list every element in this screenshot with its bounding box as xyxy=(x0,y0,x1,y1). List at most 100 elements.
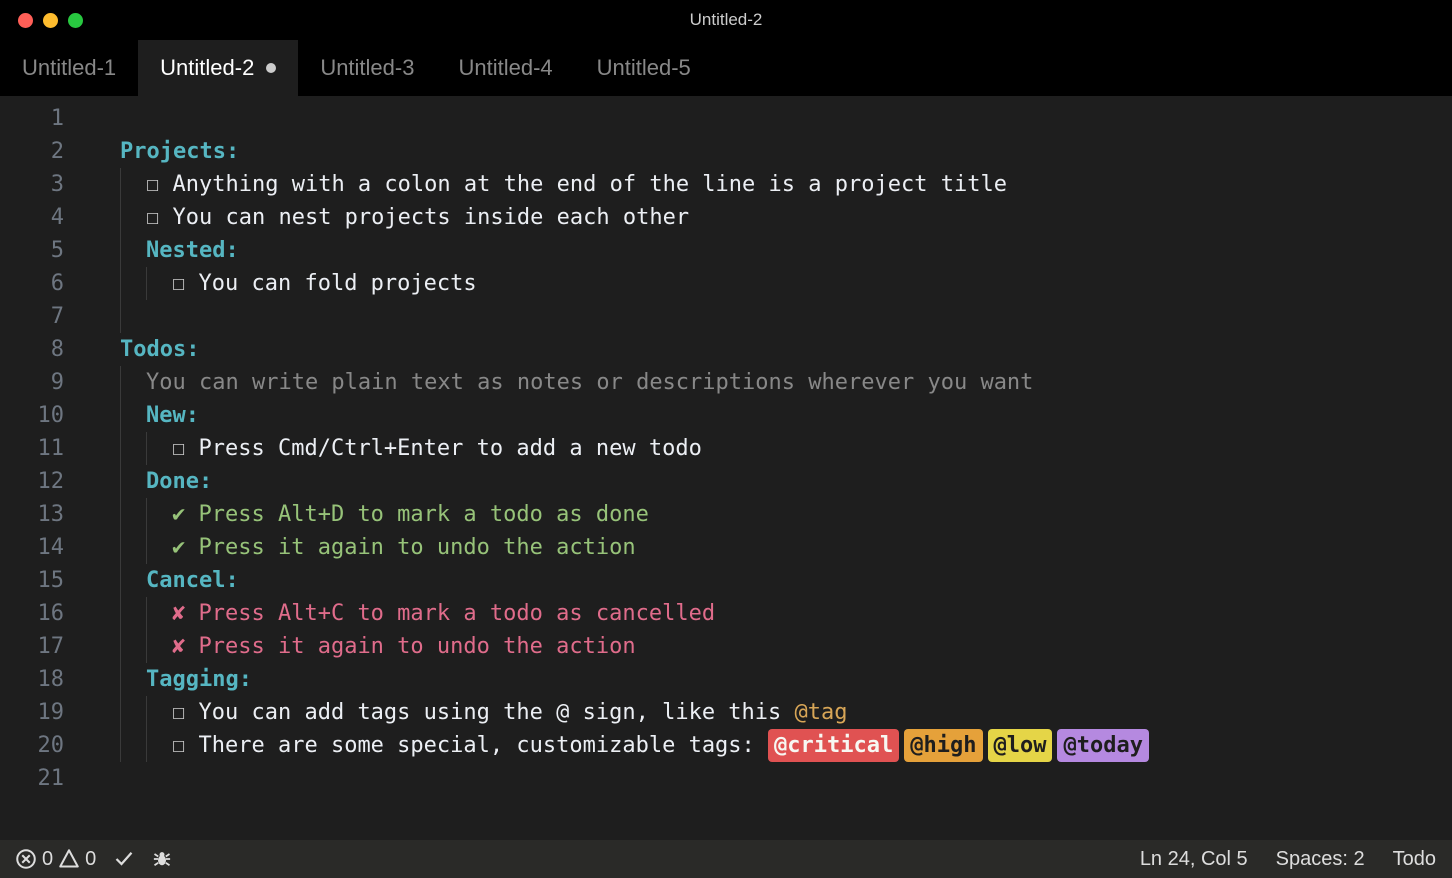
code-segment: ☐ xyxy=(146,168,173,201)
code-line[interactable]: Cancel: xyxy=(88,564,1452,597)
tab-untitled-4[interactable]: Untitled-4 xyxy=(436,40,574,96)
code-segment: Press Cmd/Ctrl+Enter to add a new todo xyxy=(199,432,702,465)
code-line[interactable]: ✔ Press it again to undo the action xyxy=(88,531,1452,564)
code-line[interactable]: ☐ You can fold projects xyxy=(88,267,1452,300)
code-line[interactable]: ✔ Press Alt+D to mark a todo as done xyxy=(88,498,1452,531)
line-number: 4 xyxy=(0,201,64,234)
line-number: 8 xyxy=(0,333,64,366)
code-line[interactable] xyxy=(88,102,1452,135)
tab-label: Untitled-1 xyxy=(22,55,116,81)
code-line[interactable]: Tagging: xyxy=(88,663,1452,696)
code-line[interactable]: Nested: xyxy=(88,234,1452,267)
indent-guide xyxy=(120,696,121,729)
indent-guide xyxy=(120,564,121,597)
code-segment: @critical xyxy=(768,729,899,762)
tab-untitled-2[interactable]: Untitled-2 xyxy=(138,40,298,96)
code-line[interactable] xyxy=(88,762,1452,795)
code-line[interactable]: ☐ There are some special, customizable t… xyxy=(88,729,1452,762)
line-number: 3 xyxy=(0,168,64,201)
window-controls xyxy=(0,13,83,28)
bug-icon xyxy=(152,849,172,869)
code-area[interactable]: Projects:☐ Anything with a colon at the … xyxy=(88,102,1452,840)
tab-label: Untitled-3 xyxy=(320,55,414,81)
error-count: 0 xyxy=(42,848,53,871)
minimize-button[interactable] xyxy=(43,13,58,28)
indent-guide xyxy=(120,234,121,267)
tab-untitled-5[interactable]: Untitled-5 xyxy=(575,40,713,96)
indent-guide xyxy=(120,366,121,399)
indent-guide xyxy=(120,597,121,630)
code-segment: Press Alt+D to mark a todo as done xyxy=(199,498,649,531)
line-number: 9 xyxy=(0,366,64,399)
dirty-indicator-icon xyxy=(266,63,276,73)
code-segment: ☐ xyxy=(146,201,173,234)
code-line[interactable]: ☐ Anything with a colon at the end of th… xyxy=(88,168,1452,201)
line-number: 14 xyxy=(0,531,64,564)
line-number: 5 xyxy=(0,234,64,267)
code-segment: ✘ xyxy=(172,630,199,663)
line-number: 1 xyxy=(0,102,64,135)
maximize-button[interactable] xyxy=(68,13,83,28)
code-line[interactable]: ☐ Press Cmd/Ctrl+Enter to add a new todo xyxy=(88,432,1452,465)
indent-guide xyxy=(146,597,147,630)
status-bar: 0 0 Ln 24, Col 5 Spaces: 2 Todo xyxy=(0,840,1452,878)
code-segment: Press Alt+C to mark a todo as cancelled xyxy=(199,597,716,630)
code-segment: @low xyxy=(988,729,1053,762)
code-segment: Cancel: xyxy=(146,564,239,597)
check-icon xyxy=(114,849,134,869)
editor[interactable]: 123456789101112131415161718192021 Projec… xyxy=(0,96,1452,840)
tab-label: Untitled-5 xyxy=(597,55,691,81)
indent-guide xyxy=(146,432,147,465)
code-segment: @tag xyxy=(795,696,848,729)
code-segment: You can fold projects xyxy=(199,267,477,300)
code-line[interactable]: Todos: xyxy=(88,333,1452,366)
indentation-selector[interactable]: Spaces: 2 xyxy=(1276,848,1365,871)
indent-guide xyxy=(146,498,147,531)
indent-guide xyxy=(120,432,121,465)
indent-guide xyxy=(120,465,121,498)
indent-guide xyxy=(120,168,121,201)
debug-button[interactable] xyxy=(152,849,172,869)
code-segment: You can add tags using the @ sign, like … xyxy=(199,696,795,729)
line-number: 7 xyxy=(0,300,64,333)
tab-bar: Untitled-1 Untitled-2 Untitled-3 Untitled-4… xyxy=(0,40,1452,96)
code-segment: ☐ xyxy=(172,432,199,465)
code-line[interactable]: Done: xyxy=(88,465,1452,498)
code-segment: There are some special, customizable tag… xyxy=(199,729,769,762)
code-segment: @today xyxy=(1057,729,1148,762)
language-mode[interactable]: Todo xyxy=(1393,848,1436,871)
git-sync-button[interactable] xyxy=(114,849,134,869)
indent-guide xyxy=(120,531,121,564)
code-line[interactable] xyxy=(88,300,1452,333)
warning-count: 0 xyxy=(85,848,96,871)
code-segment: ☐ xyxy=(172,267,199,300)
code-line[interactable]: New: xyxy=(88,399,1452,432)
code-segment: @high xyxy=(904,729,982,762)
problems-indicator[interactable]: 0 0 xyxy=(16,848,96,871)
code-segment: Press it again to undo the action xyxy=(199,531,636,564)
tab-label: Untitled-2 xyxy=(160,55,254,81)
tab-untitled-3[interactable]: Untitled-3 xyxy=(298,40,436,96)
code-line[interactable]: ✘ Press it again to undo the action xyxy=(88,630,1452,663)
tab-untitled-1[interactable]: Untitled-1 xyxy=(0,40,138,96)
code-line[interactable]: ✘ Press Alt+C to mark a todo as cancelle… xyxy=(88,597,1452,630)
line-number: 13 xyxy=(0,498,64,531)
indent-guide xyxy=(146,696,147,729)
line-number: 21 xyxy=(0,762,64,795)
indent-guide xyxy=(120,663,121,696)
code-line[interactable]: ☐ You can add tags using the @ sign, lik… xyxy=(88,696,1452,729)
code-line[interactable]: You can write plain text as notes or des… xyxy=(88,366,1452,399)
indent-guide xyxy=(120,630,121,663)
tab-label: Untitled-4 xyxy=(458,55,552,81)
code-line[interactable]: ☐ You can nest projects inside each othe… xyxy=(88,201,1452,234)
indent-guide xyxy=(146,531,147,564)
code-segment: You can write plain text as notes or des… xyxy=(146,366,1033,399)
indent-guide xyxy=(120,267,121,300)
indent-guide xyxy=(146,729,147,762)
close-button[interactable] xyxy=(18,13,33,28)
cursor-position[interactable]: Ln 24, Col 5 xyxy=(1140,848,1248,871)
code-segment: ✔ xyxy=(172,498,199,531)
line-number: 12 xyxy=(0,465,64,498)
code-line[interactable]: Projects: xyxy=(88,135,1452,168)
indent-guide xyxy=(146,267,147,300)
